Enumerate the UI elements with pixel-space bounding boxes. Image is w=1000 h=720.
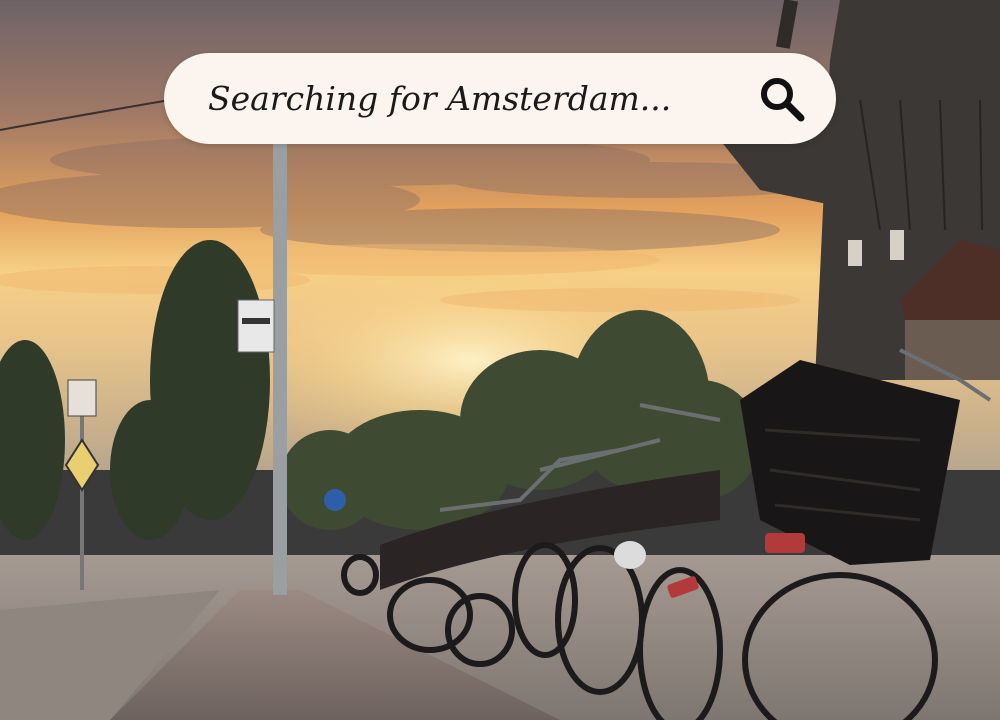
search-icon [761,78,805,122]
search-button[interactable] [754,71,810,127]
search-bar[interactable]: Searching for Amsterdam... [164,53,836,144]
search-input-text[interactable]: Searching for Amsterdam... [208,53,671,144]
